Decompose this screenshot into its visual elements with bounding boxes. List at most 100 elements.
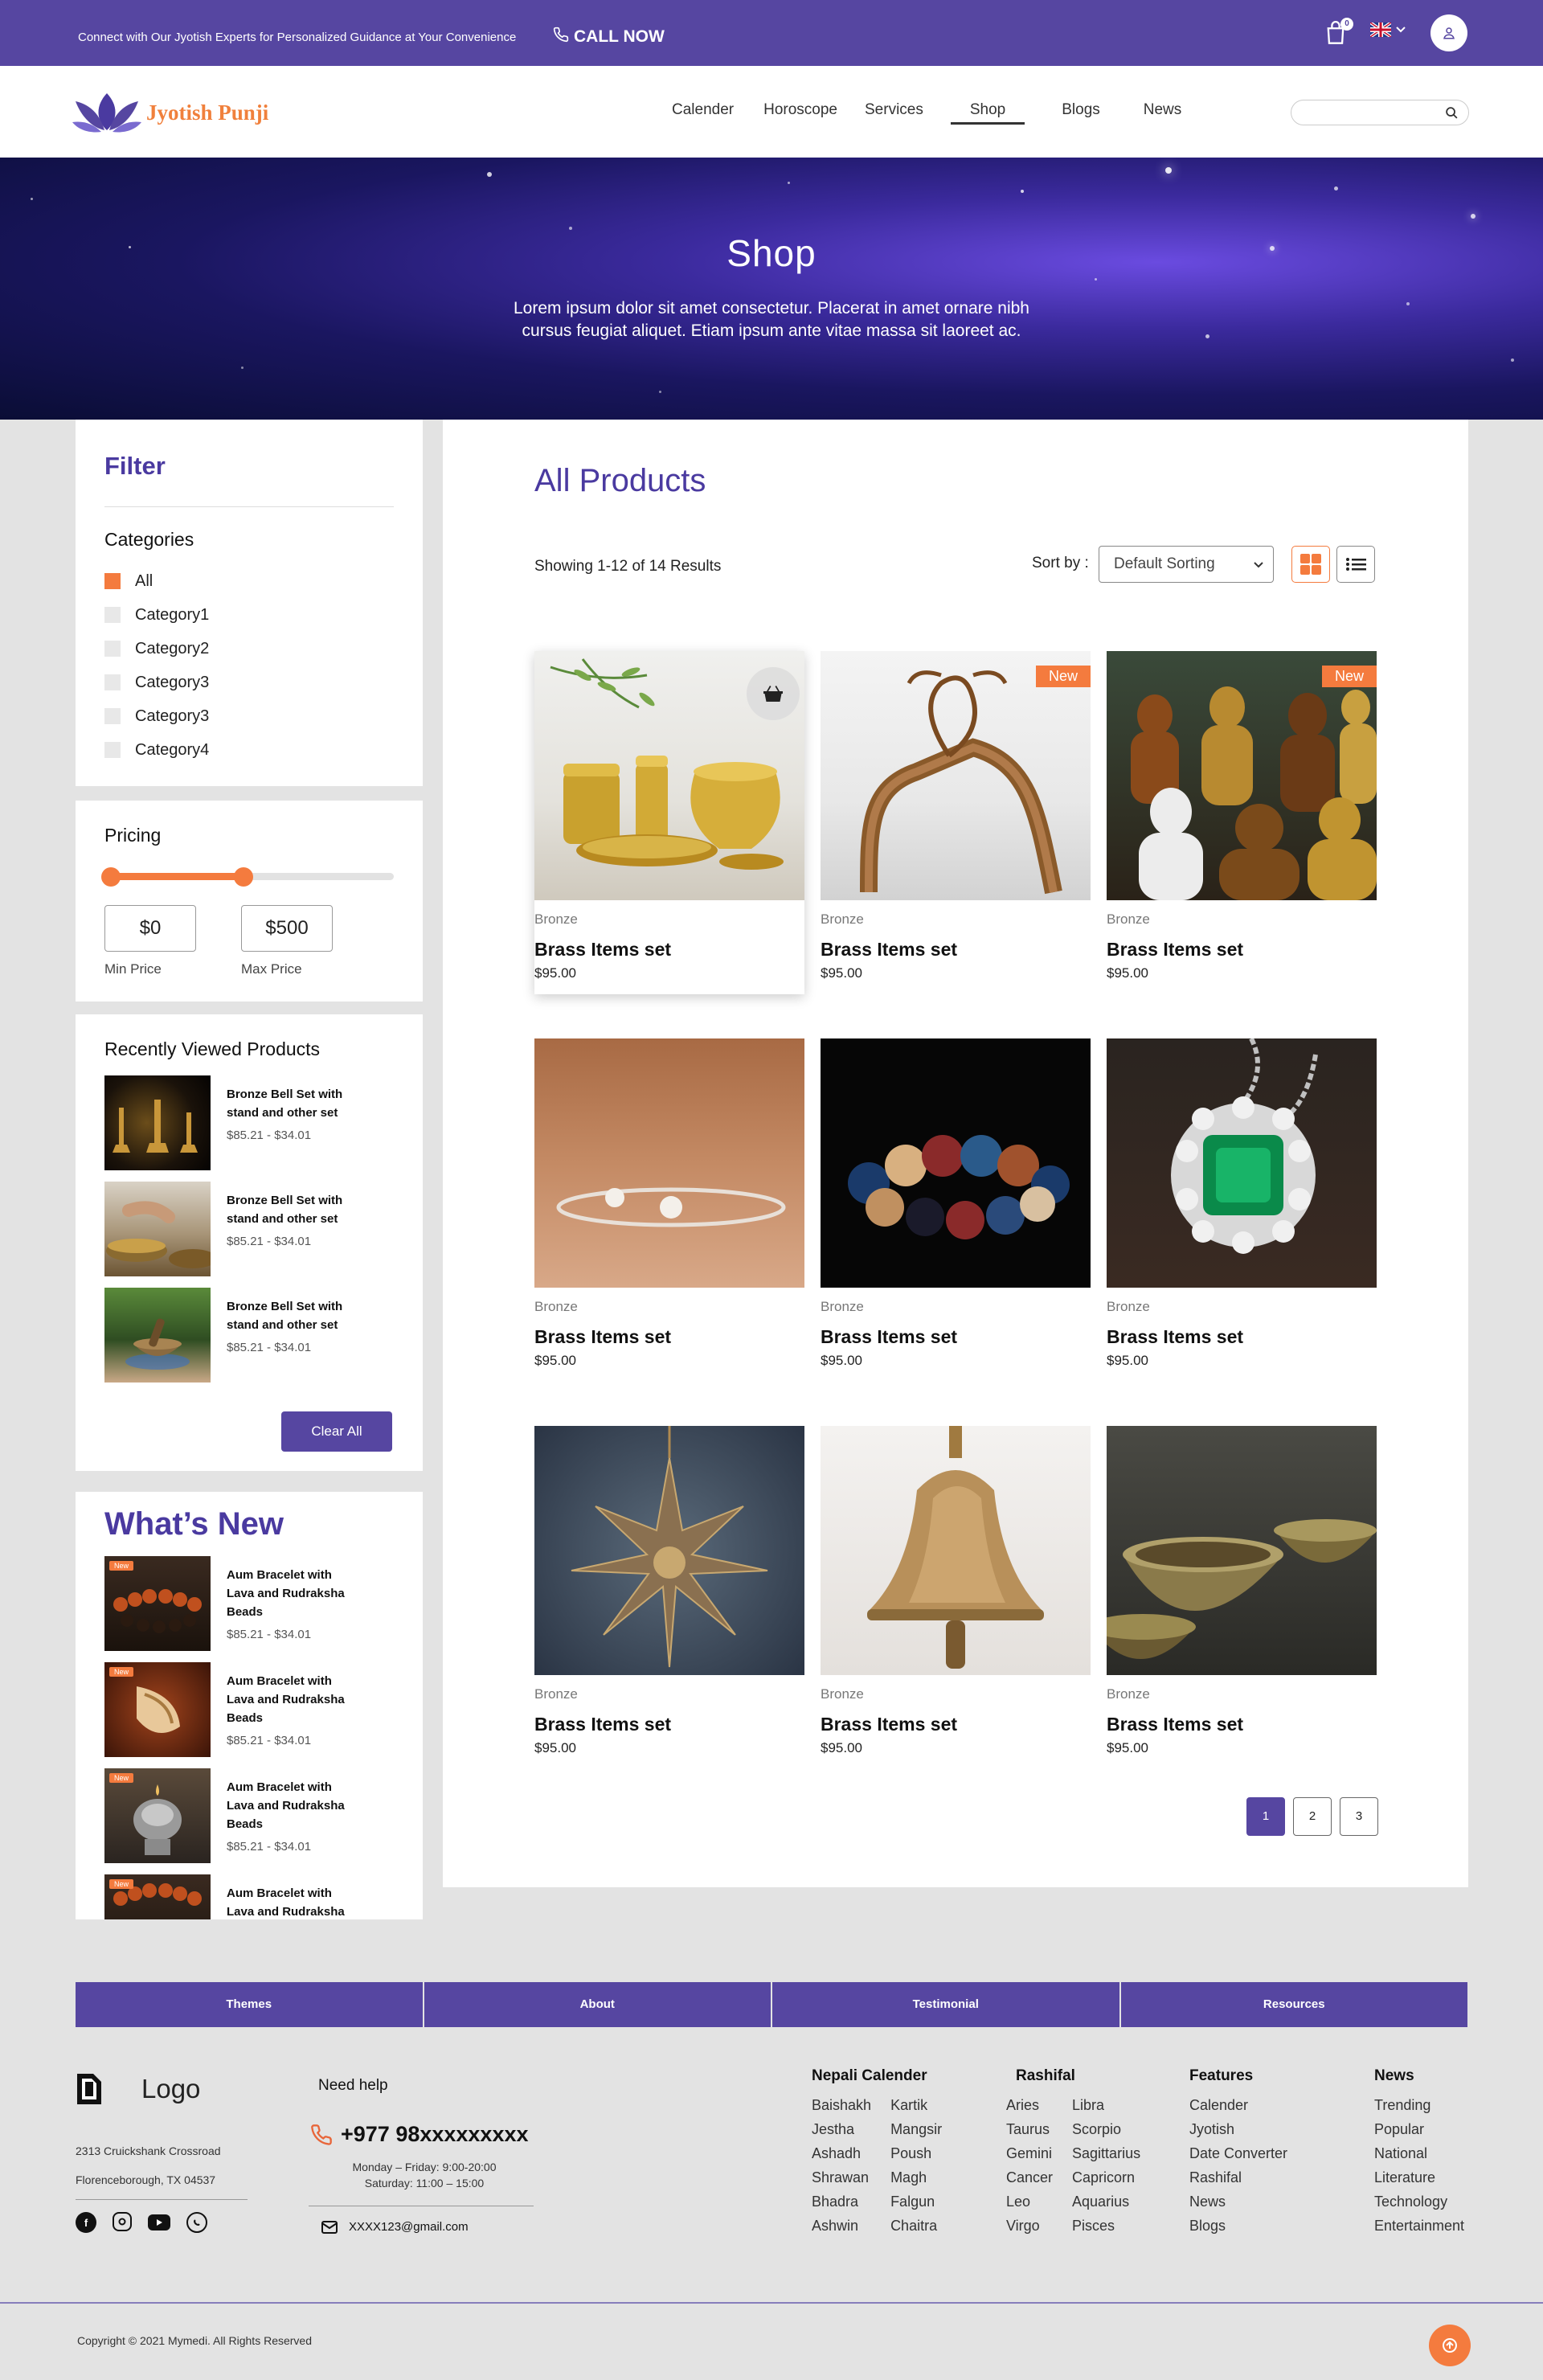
month-link[interactable]: Poush [890, 2141, 942, 2165]
instagram-icon[interactable] [113, 2212, 132, 2231]
month-link[interactable]: Mangsir [890, 2117, 942, 2141]
cart-button[interactable]: 0 [1324, 18, 1353, 47]
footer-phone[interactable]: +977 98xxxxxxxxx [310, 2122, 529, 2147]
category-checkbox[interactable] [104, 674, 121, 690]
footer-email[interactable]: XXXX123@gmail.com [321, 2220, 469, 2234]
features-link[interactable]: News [1189, 2190, 1287, 2214]
rashi-link[interactable]: Aquarius [1072, 2190, 1140, 2214]
category-checkbox[interactable] [104, 641, 121, 657]
news-link[interactable]: Technology [1374, 2190, 1464, 2214]
rashi-link[interactable]: Virgo [1006, 2214, 1053, 2238]
new-product-item[interactable]: New Aum Bracelet with Lava and Rudraksha… [104, 1556, 355, 1651]
product-name[interactable]: Brass Items set [534, 1326, 804, 1348]
rashi-link[interactable]: Gemini [1006, 2141, 1053, 2165]
language-selector[interactable] [1370, 23, 1406, 37]
footer-tab-themes[interactable]: Themes [76, 1982, 424, 2027]
call-now-button[interactable]: CALL NOW [553, 27, 665, 47]
footer-tab-resources[interactable]: Resources [1120, 1982, 1467, 2027]
news-link[interactable]: National [1374, 2141, 1464, 2165]
new-product-item[interactable]: New Aum Bracelet with Lava and Rudraksha… [104, 1768, 355, 1863]
product-card[interactable]: Bronze Brass Items set $95.00 [534, 1038, 804, 1369]
new-product-item[interactable]: New Aum Bracelet with Lava and Rudraksha… [104, 1662, 355, 1757]
facebook-icon[interactable]: f [76, 2212, 96, 2233]
category-option[interactable]: Category4 [104, 733, 209, 767]
month-link[interactable]: Baishakh [812, 2093, 871, 2117]
product-name[interactable]: Brass Items set [534, 1714, 804, 1735]
list-view-button[interactable] [1336, 546, 1375, 583]
product-name[interactable]: Brass Items set [1107, 1326, 1377, 1348]
product-card[interactable]: New Bronze Brass Items set $95.00 [821, 651, 1091, 981]
category-checkbox[interactable] [104, 742, 121, 758]
nav-item-horoscope[interactable]: Horoscope [763, 101, 837, 125]
max-price-input[interactable]: $500 [241, 905, 333, 952]
product-card[interactable]: New Bronze Brass Items set $95.00 [1107, 651, 1377, 981]
month-link[interactable]: Ashadh [812, 2141, 871, 2165]
category-checkbox[interactable] [104, 708, 121, 724]
recent-product-item[interactable]: Bronze Bell Set with stand and other set… [104, 1288, 355, 1383]
category-option[interactable]: Category3 [104, 666, 209, 699]
features-link[interactable]: Date Converter [1189, 2141, 1287, 2165]
min-price-input[interactable]: $0 [104, 905, 196, 952]
rashi-link[interactable]: Aries [1006, 2093, 1053, 2117]
page-button[interactable]: 2 [1293, 1797, 1332, 1836]
category-checkbox[interactable] [104, 607, 121, 623]
rashi-link[interactable]: Scorpio [1072, 2117, 1140, 2141]
nav-item-services[interactable]: Services [865, 101, 923, 125]
page-button[interactable]: 1 [1246, 1797, 1285, 1836]
rashi-link[interactable]: Cancer [1006, 2165, 1053, 2190]
page-button[interactable]: 3 [1340, 1797, 1378, 1836]
product-name[interactable]: Brass Items set [534, 939, 804, 961]
product-name[interactable]: Brass Items set [1107, 939, 1377, 961]
news-link[interactable]: Trending [1374, 2093, 1464, 2117]
product-name[interactable]: Brass Items set [821, 1326, 1091, 1348]
news-link[interactable]: Popular [1374, 2117, 1464, 2141]
whatsapp-icon[interactable] [186, 2212, 207, 2233]
category-checkbox[interactable] [104, 573, 121, 589]
youtube-icon[interactable] [148, 2214, 170, 2230]
month-link[interactable]: Kartik [890, 2093, 942, 2117]
recent-product-item[interactable]: Bronze Bell Set with stand and other set… [104, 1075, 355, 1170]
clear-all-button[interactable]: Clear All [281, 1411, 392, 1452]
month-link[interactable]: Chaitra [890, 2214, 942, 2238]
product-card[interactable]: Bronze Brass Items set $95.00 [1107, 1038, 1377, 1369]
month-link[interactable]: Magh [890, 2165, 942, 2190]
category-option[interactable]: Category1 [104, 598, 209, 632]
product-name[interactable]: Brass Items set [821, 1714, 1091, 1735]
search-input[interactable] [1303, 100, 1447, 125]
rashi-link[interactable]: Taurus [1006, 2117, 1053, 2141]
product-card[interactable]: Bronze Brass Items set $95.00 [821, 1038, 1091, 1369]
add-to-cart-button[interactable] [747, 667, 800, 720]
new-product-item[interactable]: New Aum Bracelet with Lava and Rudraksha… [104, 1874, 355, 1919]
rashi-link[interactable]: Capricorn [1072, 2165, 1140, 2190]
recent-product-item[interactable]: Bronze Bell Set with stand and other set… [104, 1182, 355, 1276]
grid-view-button[interactable] [1291, 546, 1330, 583]
month-link[interactable]: Jestha [812, 2117, 871, 2141]
price-range-slider[interactable] [101, 867, 394, 887]
category-option[interactable]: Category3 [104, 699, 209, 733]
brand-logo[interactable]: Jyotish Punji [72, 90, 268, 135]
product-card[interactable]: Bronze Brass Items set $95.00 [821, 1426, 1091, 1756]
nav-item-shop[interactable]: Shop [950, 101, 1025, 125]
news-link[interactable]: Entertainment [1374, 2214, 1464, 2238]
category-option[interactable]: All [104, 564, 209, 598]
category-option[interactable]: Category2 [104, 632, 209, 666]
nav-item-blogs[interactable]: Blogs [1062, 101, 1100, 125]
product-name[interactable]: Brass Items set [821, 939, 1091, 961]
rashi-link[interactable]: Pisces [1072, 2214, 1140, 2238]
features-link[interactable]: Blogs [1189, 2214, 1287, 2238]
month-link[interactable]: Ashwin [812, 2214, 871, 2238]
sort-dropdown[interactable]: Default Sorting [1099, 546, 1274, 583]
min-price-handle[interactable] [101, 867, 121, 887]
month-link[interactable]: Bhadra [812, 2190, 871, 2214]
product-card[interactable]: Bronze Brass Items set $95.00 [1107, 1426, 1377, 1756]
footer-logo[interactable]: Logo [76, 2072, 200, 2106]
rashi-link[interactable]: Libra [1072, 2093, 1140, 2117]
search-icon[interactable] [1445, 106, 1459, 124]
footer-tab-testimonial[interactable]: Testimonial [772, 1982, 1121, 2027]
features-link[interactable]: Rashifal [1189, 2165, 1287, 2190]
max-price-handle[interactable] [233, 867, 253, 887]
footer-tab-about[interactable]: About [424, 1982, 772, 2027]
news-link[interactable]: Literature [1374, 2165, 1464, 2190]
features-link[interactable]: Jyotish [1189, 2117, 1287, 2141]
scroll-to-top-button[interactable] [1429, 2325, 1471, 2366]
